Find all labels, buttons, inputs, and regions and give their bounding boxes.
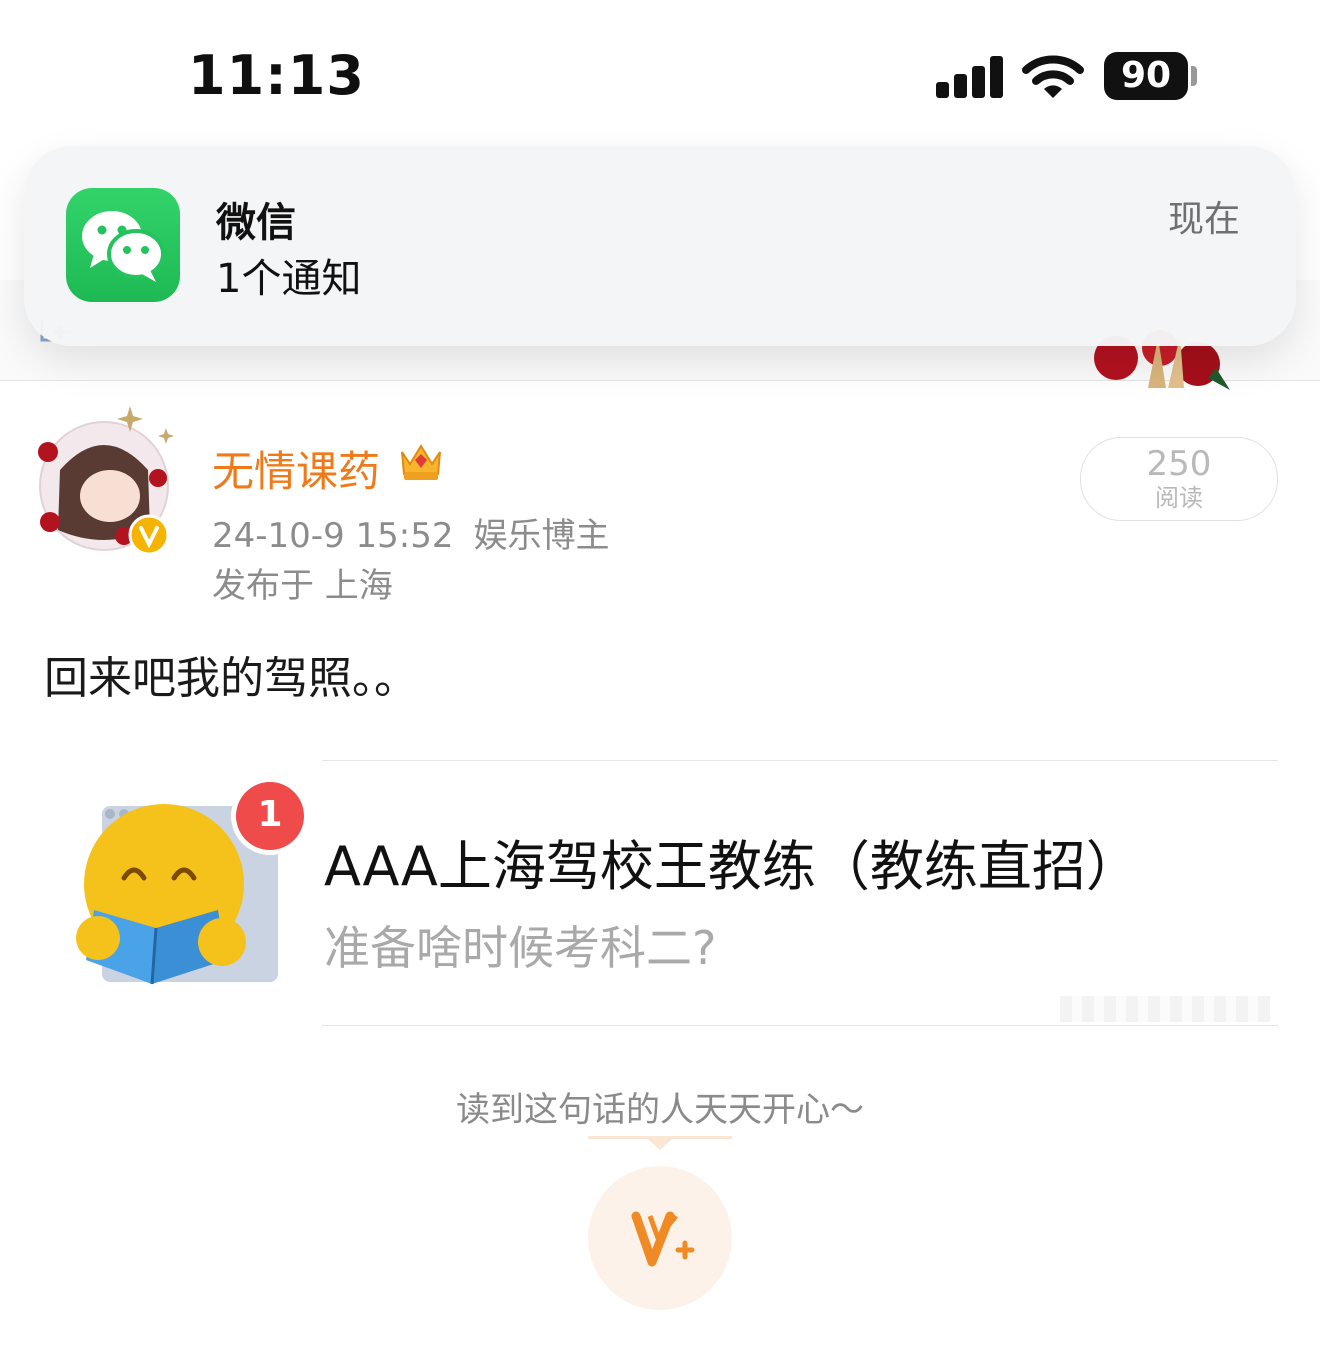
verified-badge-icon bbox=[128, 514, 170, 556]
views-counter[interactable]: 250 阅读 bbox=[1080, 437, 1278, 521]
battery-icon: 90 bbox=[1104, 52, 1188, 100]
views-count: 250 bbox=[1146, 444, 1212, 484]
footer-caption: 读到这句话的人天天开心～ bbox=[456, 1090, 864, 1130]
wifi-icon bbox=[1022, 55, 1084, 98]
avatar[interactable] bbox=[30, 400, 180, 556]
notification-body: 1个通知 bbox=[216, 256, 362, 302]
wechat-icon bbox=[66, 188, 180, 302]
author-tag: 娱乐博主 bbox=[473, 516, 610, 556]
card-divider-top bbox=[322, 760, 1278, 761]
screen: 11:13 90 微信 1个通知 现在 无情课药 24-10-9 15:52 娱… bbox=[0, 0, 1320, 1348]
cellular-signal-icon bbox=[936, 56, 1004, 98]
status-time: 11:13 bbox=[188, 44, 365, 107]
post-meta: 24-10-9 15:52 娱乐博主 bbox=[212, 508, 610, 557]
card-pixel-fade bbox=[1060, 996, 1270, 1022]
notification-time: 现在 bbox=[1168, 199, 1241, 240]
card-subtitle: 准备啥时候考科二? bbox=[324, 921, 717, 975]
v-plus-button[interactable] bbox=[588, 1166, 732, 1310]
notification-banner[interactable]: 微信 1个通知 现在 bbox=[24, 146, 1296, 346]
post-location: 发布于 上海 bbox=[212, 566, 393, 606]
card-title[interactable]: AAA上海驾校王教练（教练直招） bbox=[324, 822, 1140, 901]
post-text: 回来吧我的驾照。。 bbox=[44, 653, 418, 704]
unread-badge: 1 bbox=[236, 782, 304, 850]
battery-tip bbox=[1191, 66, 1197, 86]
post-date: 24-10-9 15:52 bbox=[212, 516, 454, 556]
v-plus-icon bbox=[631, 1211, 695, 1267]
crown-icon bbox=[401, 444, 441, 480]
card-divider-bottom bbox=[322, 1025, 1278, 1026]
caption-pointer-icon bbox=[588, 1136, 732, 1150]
status-bar: 11:13 90 bbox=[0, 0, 1320, 140]
username[interactable]: 无情课药 bbox=[212, 438, 380, 499]
notification-app-name: 微信 bbox=[216, 200, 296, 246]
views-label: 阅读 bbox=[1155, 484, 1203, 512]
